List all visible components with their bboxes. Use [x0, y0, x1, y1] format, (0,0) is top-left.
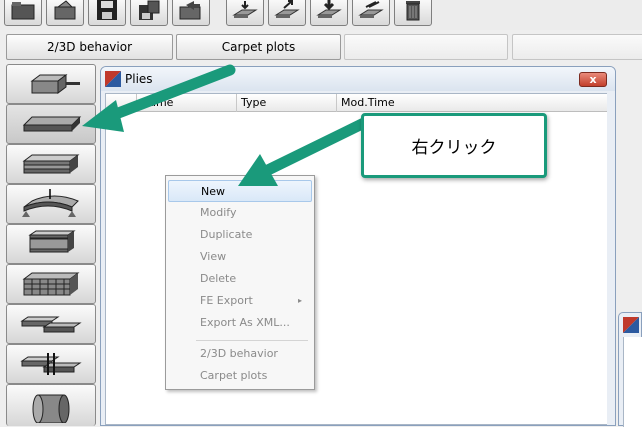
menu-item-view[interactable]: View: [168, 246, 312, 268]
import-plate-icon: [232, 1, 258, 18]
i-beam-icon: [28, 230, 76, 253]
element-palette: [4, 64, 99, 426]
annotation-callout: 右クリック: [361, 113, 547, 178]
tab-carpet-plots[interactable]: Carpet plots: [176, 34, 341, 60]
menu-item-fe-export-label: FE Export: [200, 294, 253, 307]
plies-table-header: Name Type Mod.Time: [106, 94, 610, 112]
column-header-name[interactable]: Name: [136, 94, 236, 112]
folder-arrow-button[interactable]: [172, 0, 210, 26]
palette-i-beam-button[interactable]: [6, 224, 96, 264]
bonded-joint-icon: [20, 316, 82, 333]
tab-empty-2[interactable]: [512, 34, 642, 60]
open-folder-icon: [54, 0, 76, 20]
folder-arrow-icon: [179, 1, 201, 20]
bolted-joint-icon: [20, 353, 82, 375]
app-logo-icon: [105, 71, 121, 87]
menu-item-duplicate[interactable]: Duplicate: [168, 224, 312, 246]
open-button[interactable]: [46, 0, 84, 26]
app-logo-icon: [623, 317, 639, 333]
secondary-window-content: [623, 337, 642, 427]
menu-item-carpet-plots[interactable]: Carpet plots: [168, 365, 312, 387]
plies-window-titlebar[interactable]: Plies x: [101, 67, 615, 91]
menu-separator: [196, 340, 308, 341]
submenu-arrow-icon: ▸: [297, 296, 302, 305]
trash-icon: [406, 1, 420, 21]
palette-laminate-button[interactable]: [6, 144, 96, 184]
save-as-icon: [139, 0, 160, 20]
cylinder-icon: [32, 394, 70, 423]
tab-2-3d-behavior[interactable]: 2/3D behavior: [6, 34, 173, 60]
grid-panel-icon: [22, 272, 80, 296]
copy-plate-icon: [358, 1, 384, 18]
tab-empty-1[interactable]: [344, 34, 508, 60]
column-header-type[interactable]: Type: [236, 94, 336, 112]
download-plate-icon: [316, 0, 342, 18]
save-button[interactable]: [88, 0, 126, 26]
palette-bolted-joint-button[interactable]: [6, 344, 96, 384]
save-icon: [97, 0, 117, 20]
palette-bonded-joint-button[interactable]: [6, 304, 96, 344]
menu-item-2-3d-behavior[interactable]: 2/3D behavior: [168, 343, 312, 365]
export-plate-icon: [274, 0, 300, 18]
column-header-blank[interactable]: [106, 94, 136, 112]
download-plate-button[interactable]: [310, 0, 348, 26]
callout-text: 右クリック: [411, 138, 497, 158]
laminate-icon: [22, 154, 80, 174]
palette-cylinder-button[interactable]: [6, 384, 96, 426]
menu-item-export-xml[interactable]: Export As XML...: [168, 312, 312, 334]
palette-grid-panel-button[interactable]: [6, 264, 96, 304]
close-icon: x: [589, 73, 597, 86]
ply-plate-icon: [22, 116, 82, 132]
main-toolbar: [0, 0, 642, 30]
close-window-button[interactable]: x: [579, 72, 607, 87]
menu-item-new[interactable]: New: [168, 180, 312, 202]
loaded-panel-icon: [22, 189, 79, 217]
delete-button[interactable]: [394, 0, 432, 26]
import-plate-button[interactable]: [226, 0, 264, 26]
menu-item-delete[interactable]: Delete: [168, 268, 312, 290]
view-tabs: 2/3D behavior Carpet plots: [0, 32, 642, 62]
column-header-mod-time[interactable]: Mod.Time: [336, 94, 610, 112]
export-plate-button[interactable]: [268, 0, 306, 26]
menu-item-fe-export[interactable]: FE Export ▸: [168, 290, 312, 312]
plies-window-title: Plies: [125, 72, 153, 86]
palette-ply-button[interactable]: [6, 104, 96, 144]
save-as-button[interactable]: [130, 0, 168, 26]
secondary-window: [618, 312, 642, 427]
palette-bar-button[interactable]: [6, 64, 96, 104]
context-menu: New Modify Duplicate View Delete FE Expo…: [165, 175, 315, 390]
copy-plate-button[interactable]: [352, 0, 390, 26]
bar-element-icon: [30, 74, 80, 94]
menu-item-modify[interactable]: Modify: [168, 202, 312, 224]
palette-loaded-panel-button[interactable]: [6, 184, 96, 224]
folder-icon: [11, 2, 35, 20]
window-right-border: [607, 93, 615, 425]
folder-button[interactable]: [4, 0, 42, 26]
